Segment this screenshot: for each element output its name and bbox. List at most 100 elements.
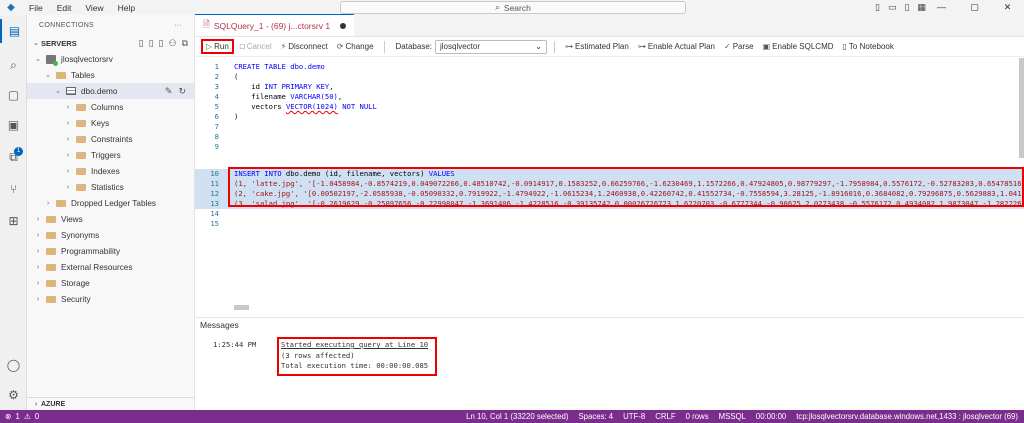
toggle-panel-icon[interactable]: ▭ bbox=[888, 2, 897, 13]
tree-label: Security bbox=[61, 294, 91, 304]
run-button[interactable]: ▷ Run bbox=[201, 39, 234, 54]
horizontal-scrollbar[interactable] bbox=[234, 305, 249, 310]
new-connection-icon[interactable]: ▯ bbox=[139, 38, 144, 49]
tree-dropped-ledger-tables[interactable]: › Dropped Ledger Tables bbox=[27, 195, 194, 211]
menu-help[interactable]: Help bbox=[118, 3, 135, 13]
tree-table-dbo-demo[interactable]: ⌄ dbo.demo ✎ ↻ bbox=[27, 83, 194, 99]
code-editor[interactable]: 1 CREATE TABLE dbo.demo 2( 3 id INT PRIMA… bbox=[195, 58, 1024, 320]
table-icon bbox=[66, 87, 76, 95]
tab-sqlquery[interactable]: 🗎 SQLQuery_1 - (69) j...ctorsrv 1 bbox=[195, 14, 355, 36]
refresh-icon[interactable]: ↻ bbox=[178, 86, 186, 97]
tree-synonyms[interactable]: › Synonyms bbox=[27, 227, 194, 243]
minimize-icon[interactable]: — bbox=[925, 0, 958, 15]
sidebar-header: CONNECTIONS ··· bbox=[27, 15, 194, 35]
query-toolbar: ▷ Run □ Cancel ⚡ Disconnect ⟳ Change Databas… bbox=[195, 37, 1024, 57]
estimated-plan-button[interactable]: ⊶ Estimated Plan bbox=[562, 42, 632, 51]
connection-info[interactable]: tcp:jlosqlvectorsrv.database.windows.net… bbox=[796, 412, 1018, 421]
code-text: filename bbox=[234, 92, 291, 101]
sqlcmd-button[interactable]: ▣ Enable SQLCMD bbox=[760, 42, 837, 51]
messages-title: Messages bbox=[200, 320, 239, 330]
close-icon[interactable]: ✕ bbox=[991, 0, 1024, 15]
parse-button[interactable]: ✓ Parse bbox=[721, 42, 757, 51]
disconnect-button[interactable]: ⚡ Disconnect bbox=[278, 42, 331, 51]
collapse-all-icon[interactable]: ⧉ bbox=[182, 38, 188, 49]
problems-status[interactable]: ⊗ 1 ⚠ 0 bbox=[0, 412, 39, 421]
change-connection-button[interactable]: ⟳ Change bbox=[334, 42, 377, 51]
line-number: 12 bbox=[210, 189, 219, 198]
notebooks-icon[interactable]: ▢ bbox=[0, 83, 27, 107]
tree-indexes[interactable]: › Indexes bbox=[27, 163, 194, 179]
new-group-icon[interactable]: ▯ bbox=[159, 38, 164, 49]
account-icon[interactable]: ◯ bbox=[0, 353, 27, 377]
tree-security[interactable]: › Security bbox=[27, 291, 194, 307]
connections-icon[interactable]: ▤ bbox=[0, 19, 27, 43]
code-line: 3 id INT PRIMARY KEY, bbox=[195, 82, 1024, 92]
indentation[interactable]: Spaces: 4 bbox=[578, 412, 613, 421]
tree-server[interactable]: ⌄ jlosqlvectorsrv bbox=[27, 51, 194, 67]
cancel-button[interactable]: □ Cancel bbox=[237, 42, 275, 51]
message-time: 1:25:44 PM bbox=[213, 340, 257, 349]
code-line: 6) bbox=[195, 112, 1024, 122]
folder-icon bbox=[76, 151, 86, 159]
chevron-down-icon: ⌄ bbox=[55, 88, 61, 95]
tree-programmability[interactable]: › Programmability bbox=[27, 243, 194, 259]
started-query-link[interactable]: Started executing query at Line 10 bbox=[281, 340, 433, 351]
encoding[interactable]: UTF-8 bbox=[623, 412, 645, 421]
toggle-primary-sidebar-icon[interactable]: ▯ bbox=[875, 2, 880, 13]
tree-label: Views bbox=[61, 214, 83, 224]
tree-columns[interactable]: › Columns bbox=[27, 99, 194, 115]
warning-count: 0 bbox=[34, 412, 40, 421]
line-number: 15 bbox=[210, 219, 219, 228]
maximize-icon[interactable]: ▢ bbox=[958, 0, 991, 15]
chevron-right-icon: › bbox=[66, 119, 70, 127]
active-connections-icon[interactable]: ⚇ bbox=[168, 38, 176, 49]
settings-gear-icon[interactable]: ⚙ bbox=[0, 383, 27, 407]
azure-section[interactable]: › AZURE bbox=[27, 397, 195, 410]
tree-constraints[interactable]: › Constraints bbox=[27, 131, 194, 147]
folder-icon bbox=[76, 103, 86, 111]
code-line: 9 bbox=[195, 142, 1024, 152]
unsaved-dot-icon[interactable] bbox=[340, 22, 347, 29]
server-icon bbox=[46, 54, 58, 66]
tree-keys[interactable]: › Keys bbox=[27, 115, 194, 131]
command-search[interactable]: ⌕ Search bbox=[340, 1, 686, 14]
tree-tables[interactable]: ⌄ Tables bbox=[27, 67, 194, 83]
menu-view[interactable]: View bbox=[85, 3, 103, 13]
menu-file[interactable]: File bbox=[29, 3, 43, 13]
code-line: 15 bbox=[195, 219, 1024, 229]
extensions-icon[interactable]: ⊞ bbox=[0, 209, 27, 233]
sqlcmd-label: Enable SQLCMD bbox=[772, 42, 834, 51]
source-control-icon[interactable]: ⑂ bbox=[0, 177, 27, 201]
toolbar-separator bbox=[554, 40, 555, 53]
search-label: Search bbox=[503, 2, 531, 13]
tree-label: External Resources bbox=[61, 262, 133, 272]
chevron-right-icon: › bbox=[66, 135, 70, 143]
servers-section[interactable]: ⌄ SERVERS ▯ ▯ ▯ ⚇ ⧉ bbox=[27, 35, 194, 51]
edit-data-icon[interactable]: ✎ bbox=[165, 86, 173, 97]
chevron-right-icon: › bbox=[36, 247, 40, 255]
search-activity-icon[interactable]: ⌕ bbox=[0, 53, 27, 77]
line-ending[interactable]: CRLF bbox=[655, 412, 675, 421]
actual-plan-button[interactable]: ⊶ Enable Actual Plan bbox=[635, 42, 718, 51]
language-mode[interactable]: MSSQL bbox=[719, 412, 746, 421]
status-bar: ⊗ 1 ⚠ 0 Ln 10, Col 1 (33220 selected) Spac… bbox=[0, 410, 1024, 423]
tree-statistics[interactable]: › Statistics bbox=[27, 179, 194, 195]
tree-storage[interactable]: › Storage bbox=[27, 275, 194, 291]
to-notebook-button[interactable]: ▯ To Notebook bbox=[840, 42, 897, 51]
tree-external-resources[interactable]: › External Resources bbox=[27, 259, 194, 275]
chevron-right-icon: › bbox=[46, 199, 50, 207]
menu-edit[interactable]: Edit bbox=[57, 3, 72, 13]
elapsed-time: 00:00:00 bbox=[755, 412, 787, 421]
database-select[interactable]: jlosqlvector ⌄ bbox=[435, 39, 547, 54]
vertical-scrollbar[interactable] bbox=[1019, 58, 1024, 158]
new-query-icon[interactable]: ▯ bbox=[149, 38, 154, 49]
dashboard-icon[interactable]: ▣ bbox=[0, 113, 27, 137]
tables-label: Tables bbox=[71, 70, 95, 80]
folder-icon bbox=[56, 199, 66, 207]
toggle-secondary-sidebar-icon[interactable]: ▯ bbox=[904, 2, 909, 13]
more-actions-icon[interactable]: ··· bbox=[174, 22, 182, 29]
cursor-position[interactable]: Ln 10, Col 1 (33220 selected) bbox=[466, 412, 568, 421]
tree-triggers[interactable]: › Triggers bbox=[27, 147, 194, 163]
explorer-icon[interactable]: ⧉ 1 bbox=[0, 145, 27, 169]
tree-views[interactable]: › Views bbox=[27, 211, 194, 227]
